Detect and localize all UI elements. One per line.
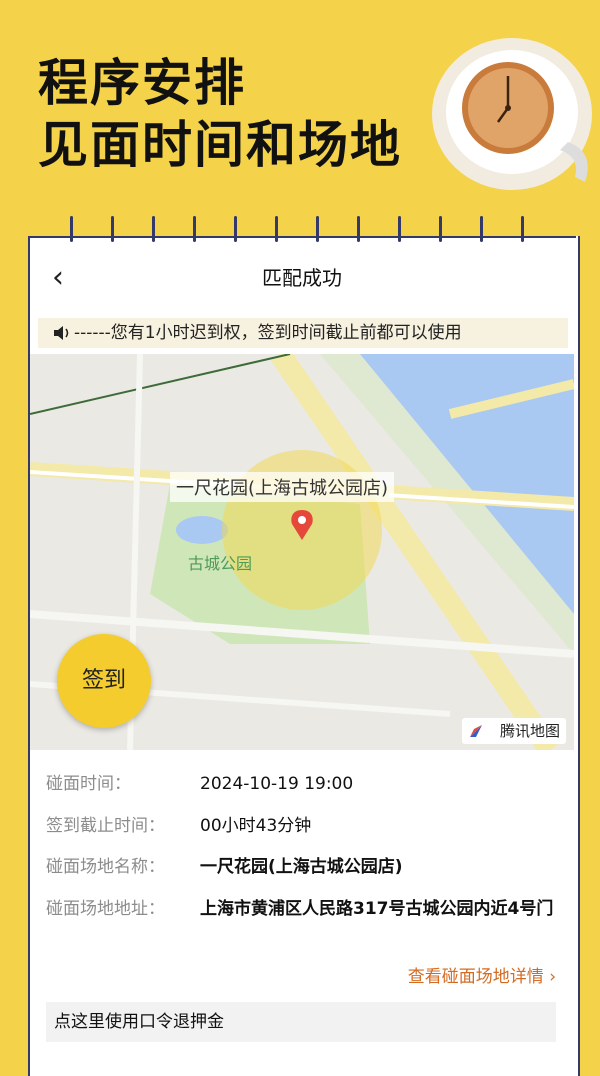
venue-map-label: 一尺花园(上海古城公园店) (170, 472, 395, 502)
venue-name-label: 碰面场地名称： (46, 857, 165, 877)
park-map-label: 古城公园 (188, 554, 253, 573)
binder-ring (234, 216, 237, 242)
binder-ring (275, 216, 278, 242)
binder-ring (521, 216, 524, 242)
notice-bar: ------您有1小时迟到权，签到时间截止前都可以使用 (38, 318, 568, 348)
meet-time-value: 2024-10-19 19:00 (200, 774, 354, 794)
page-title: 匹配成功 (262, 266, 342, 290)
deadline-label: 签到截止时间： (46, 816, 165, 836)
venue-name-value: 一尺花园(上海古城公园店) (200, 857, 403, 877)
map-logo-icon (470, 725, 482, 737)
refund-deposit-button[interactable]: 点这里使用口令退押金 (46, 1002, 556, 1042)
binder-ring (152, 216, 155, 242)
venue-detail-link-text: 查看碰面场地详情 (407, 967, 544, 987)
binder-ring (398, 216, 401, 242)
binder-ring (480, 216, 483, 242)
binder-ring (70, 216, 73, 242)
speaker-icon (54, 326, 69, 340)
venue-detail-link[interactable]: 查看碰面场地详情 › (408, 962, 556, 987)
headline-line2: 见面时间和场地 (38, 116, 402, 174)
nav-bar: ‹ 匹配成功 (30, 246, 574, 306)
map-logo-text: 腾讯地图 (499, 722, 560, 740)
headline: 程序安排 见面时间和场地 (38, 52, 402, 176)
checkin-button[interactable]: 签到 (57, 634, 151, 728)
binder-ring (439, 216, 442, 242)
deadline-value: 00小时43分钟 (200, 816, 312, 836)
headline-line1: 程序安排 (38, 54, 246, 112)
binder-ring (357, 216, 360, 242)
venue-address-label: 碰面场地地址： (46, 899, 165, 919)
map-provider-logo: 腾讯地图 (462, 718, 566, 744)
binder-ring (316, 216, 319, 242)
coffee-clock-illustration (432, 38, 592, 190)
notice-text: ------您有1小时迟到权，签到时间截止前都可以使用 (74, 323, 462, 343)
chevron-right-icon: › (543, 967, 556, 987)
binder-ring (193, 216, 196, 242)
venue-address-value: 上海市黄浦区人民路317号古城公园内近4号门 (200, 899, 554, 919)
binder-ring (111, 216, 114, 242)
meet-time-label: 碰面时间： (46, 774, 131, 794)
